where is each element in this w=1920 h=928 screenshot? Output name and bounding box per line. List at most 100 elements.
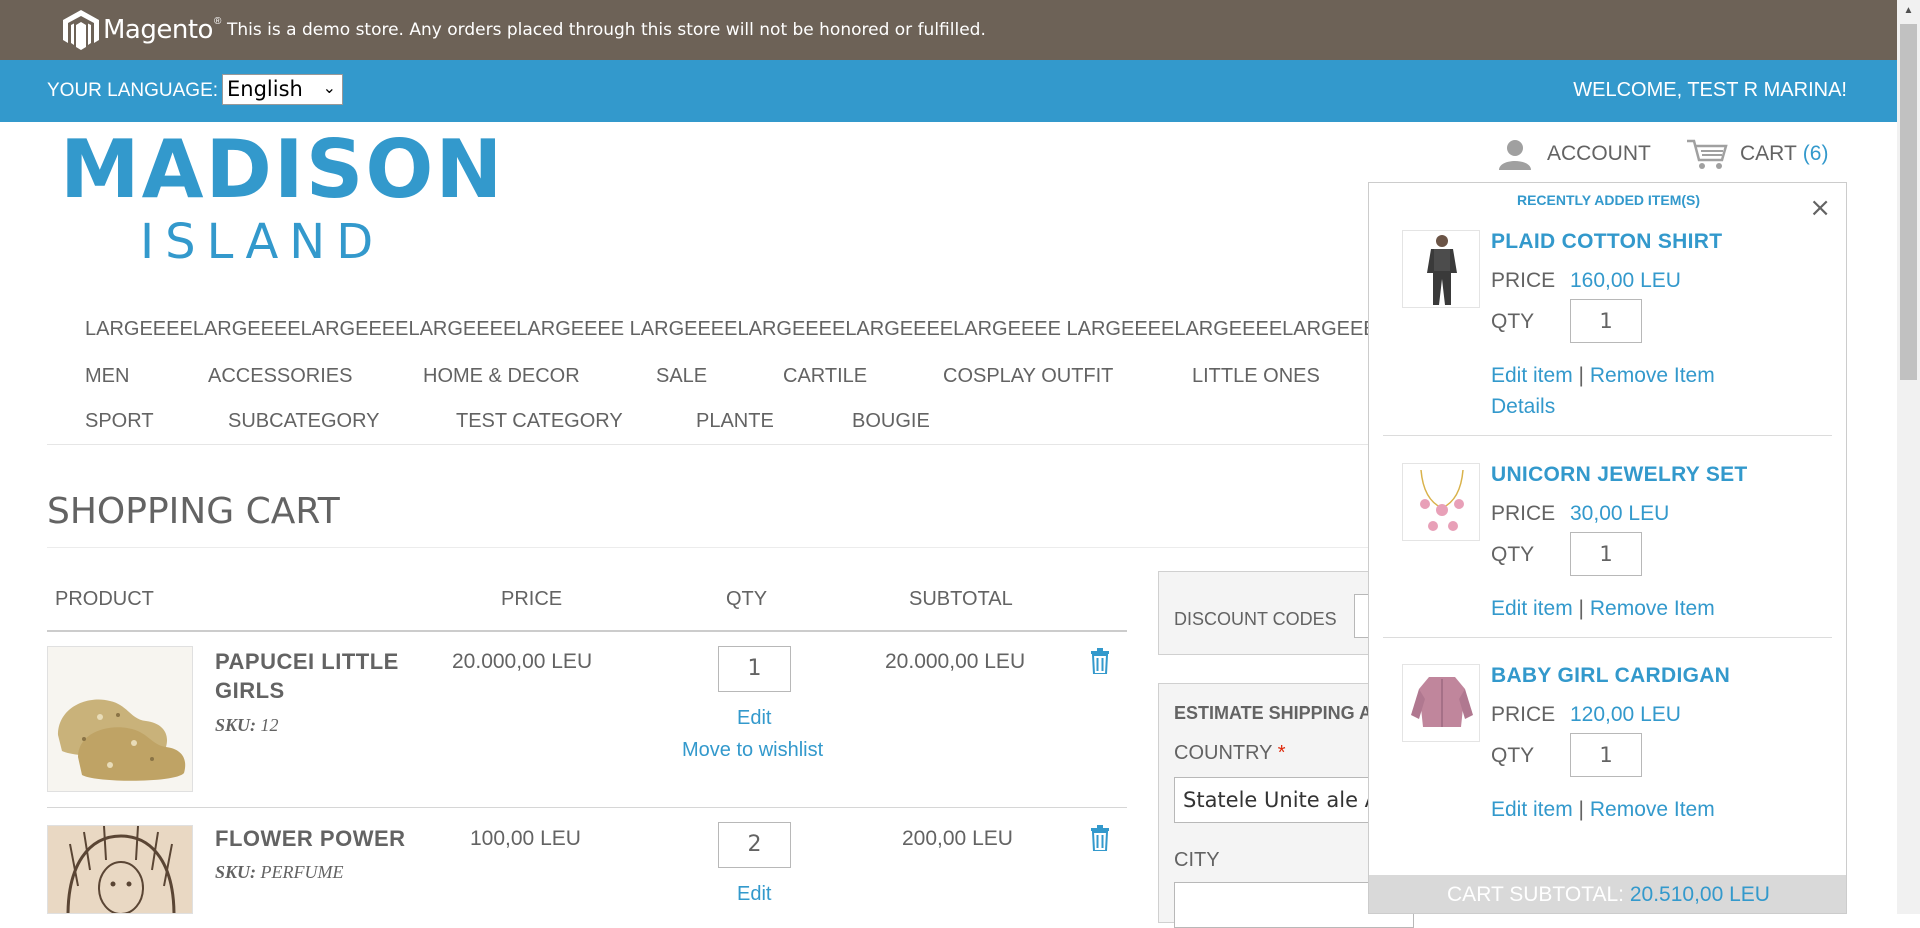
language-selected-value: English: [227, 77, 303, 101]
estimate-shipping-title: ESTIMATE SHIPPING AI: [1174, 703, 1378, 723]
scrollbar-thumb[interactable]: [1900, 24, 1917, 380]
sku-label: SKU:: [215, 715, 257, 735]
account-link[interactable]: ACCOUNT: [1497, 138, 1651, 170]
nav-item-home-decor[interactable]: HOME & DECOR: [423, 365, 580, 388]
shoes-image: [48, 647, 192, 791]
minicart-price-label: PRICE: [1491, 269, 1556, 292]
cart-link[interactable]: CART (6): [1686, 138, 1828, 170]
nav-item-plante[interactable]: PLANTE: [696, 410, 774, 433]
sku-value: 12: [260, 715, 279, 735]
required-asterisk: *: [1277, 742, 1286, 764]
minicart-qty-label: QTY: [1491, 543, 1535, 566]
nav-item-test-category[interactable]: TEST CATEGORY: [456, 410, 623, 433]
cart-count-badge: (6): [1802, 142, 1829, 165]
nav-item-subcategory[interactable]: SUBCATEGORY: [228, 410, 380, 433]
site-logo[interactable]: MADISON ISLAND: [60, 123, 505, 276]
product-price: 100,00 LEU: [470, 827, 581, 850]
product-image-flower-power[interactable]: [47, 825, 193, 914]
discount-codes-label: DISCOUNT CODES: [1174, 609, 1337, 629]
details-link[interactable]: Details: [1491, 395, 1555, 419]
product-name-line-2: GIRLS: [215, 678, 285, 703]
edit-item-link[interactable]: Edit item: [1491, 364, 1573, 387]
edit-item-link[interactable]: Edit: [737, 707, 771, 730]
trash-icon[interactable]: [1090, 648, 1110, 674]
qty-input[interactable]: 2: [718, 822, 791, 868]
minicart-item-image[interactable]: [1402, 230, 1480, 308]
scroll-up-arrow-icon[interactable]: ▲: [1897, 0, 1920, 22]
minicart-price-value: 120,00 LEU: [1570, 703, 1681, 726]
demo-notice-bar: Magento ® This is a demo store. Any orde…: [0, 0, 1897, 60]
nav-item-bougie[interactable]: BOUGIE: [852, 410, 930, 433]
nav-item-sale[interactable]: SALE: [656, 365, 707, 388]
column-header-price: PRICE: [501, 588, 563, 610]
minicart-item-divider: [1383, 637, 1832, 638]
page-title: SHOPPING CART: [47, 491, 340, 532]
move-to-wishlist-link[interactable]: Move to wishlist: [682, 739, 823, 762]
link-separator: |: [1578, 364, 1585, 387]
country-label-text: COUNTRY: [1174, 742, 1273, 764]
minicart-item-name[interactable]: PLAID COTTON SHIRT: [1491, 230, 1722, 254]
edit-item-link[interactable]: Edit: [737, 883, 771, 906]
nav-item-accessories[interactable]: ACCESSORIES: [208, 365, 352, 388]
product-name-line-1: PAPUCEI LITTLE: [215, 649, 399, 674]
nav-item-large-category[interactable]: LARGEEEELARGEEEELARGEEEELARGEEEELARGEEEE…: [85, 318, 1370, 341]
sku-value: PERFUME: [260, 862, 344, 882]
welcome-message: WELCOME, TEST R MARINA!: [1573, 79, 1847, 101]
shopping-cart-icon: [1687, 139, 1728, 169]
edit-item-link[interactable]: Edit item: [1491, 798, 1573, 821]
discount-codes-box: DISCOUNT CODES: [1158, 571, 1414, 655]
language-label: YOUR LANGUAGE:: [47, 80, 219, 101]
minicart-price-label: PRICE: [1491, 502, 1556, 525]
nav-divider: [47, 444, 1377, 445]
minicart-item-actions: Edit item | Remove Item: [1491, 364, 1715, 388]
nav-item-men[interactable]: MEN: [85, 365, 129, 388]
minicart-qty-input[interactable]: 1: [1570, 532, 1642, 576]
magento-logo: Magento ®: [61, 8, 221, 52]
estimate-shipping-box: ESTIMATE SHIPPING AI COUNTRY * Statele U…: [1158, 683, 1414, 928]
qty-input[interactable]: 1: [718, 646, 791, 692]
headdress-drawing-image: [48, 826, 192, 913]
user-icon: [1499, 140, 1531, 170]
subtotal-value: 20.510,00 LEU: [1629, 883, 1770, 906]
minicart-price-value: 30,00 LEU: [1570, 502, 1670, 525]
table-header-rule: [47, 630, 1127, 632]
remove-item-link[interactable]: Remove Item: [1590, 597, 1715, 620]
logo-line-1: MADISON: [60, 123, 505, 216]
product-price: 20.000,00 LEU: [452, 650, 593, 673]
nav-item-cosplay-outfit[interactable]: COSPLAY OUTFIT: [943, 365, 1113, 388]
product-sku: SKU: PERFUME: [215, 862, 343, 883]
column-header-qty: QTY: [726, 588, 768, 610]
row-divider: [47, 807, 1127, 808]
product-subtotal: 20.000,00 LEU: [885, 650, 1026, 673]
language-bar: YOUR LANGUAGE: English ⌄ WELCOME, TEST R…: [0, 60, 1897, 122]
nav-item-little-ones[interactable]: LITTLE ONES: [1192, 365, 1320, 388]
nav-item-sport[interactable]: SPORT: [85, 410, 154, 433]
minicart-qty-input[interactable]: 1: [1570, 299, 1642, 343]
sku-label: SKU:: [215, 862, 257, 882]
minicart-item-name[interactable]: UNICORN JEWELRY SET: [1491, 463, 1748, 487]
magento-logo-icon: [63, 10, 99, 50]
minicart-item-divider: [1383, 435, 1832, 436]
product-subtotal: 200,00 LEU: [902, 827, 1013, 850]
minicart-qty-input[interactable]: 1: [1570, 733, 1642, 777]
product-name[interactable]: FLOWER POWER: [215, 824, 406, 853]
remove-item-link[interactable]: Remove Item: [1590, 798, 1715, 821]
cart-label: CART: [1740, 142, 1797, 165]
trash-icon[interactable]: [1090, 825, 1110, 851]
minicart-item-name[interactable]: BABY GIRL CARDIGAN: [1491, 664, 1730, 688]
edit-item-link[interactable]: Edit item: [1491, 597, 1573, 620]
close-icon[interactable]: ×: [1809, 193, 1831, 223]
minicart-price-value: 160,00 LEU: [1570, 269, 1681, 292]
language-select[interactable]: English ⌄: [222, 74, 343, 105]
remove-item-link[interactable]: Remove Item: [1590, 364, 1715, 387]
jewelry-set-image: [1403, 464, 1479, 540]
minicart-item-image[interactable]: [1402, 664, 1480, 742]
product-name[interactable]: PAPUCEI LITTLE GIRLS: [215, 647, 399, 705]
page-scrollbar[interactable]: ▲: [1897, 0, 1920, 914]
cardigan-image: [1403, 665, 1479, 741]
nav-item-cartile[interactable]: CARTILE: [783, 365, 867, 388]
country-label: COUNTRY *: [1174, 742, 1286, 765]
minicart-item-image[interactable]: [1402, 463, 1480, 541]
chevron-down-icon: ⌄: [322, 78, 336, 97]
product-image-papucei[interactable]: [47, 646, 193, 792]
